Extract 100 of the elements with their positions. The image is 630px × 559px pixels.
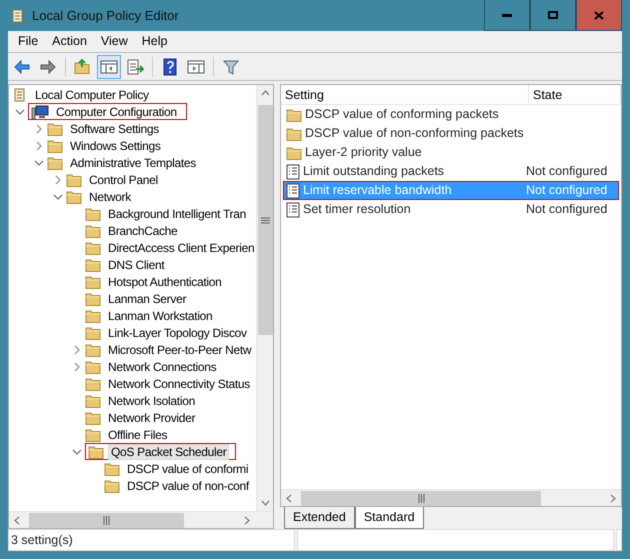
horizontal-scrollbar[interactable] — [281, 489, 621, 506]
folder-icon — [85, 410, 101, 426]
tree-item[interactable]: Lanman Server — [105, 290, 190, 306]
grip-icon — [260, 216, 270, 224]
setting-name: Limit reservable bandwidth — [303, 182, 452, 200]
tree-item[interactable]: DSCP value of conformi — [124, 460, 252, 476]
tab[interactable]: Standard — [354, 507, 424, 529]
tree-item[interactable]: Link-Layer Topology Discov — [105, 324, 250, 340]
close-icon — [594, 10, 604, 20]
folder-icon — [66, 188, 82, 204]
tree-item[interactable]: DirectAccess Client Experien — [105, 240, 256, 256]
tree-item[interactable]: Windows Settings — [67, 138, 164, 154]
setting-row[interactable]: Limit outstanding packets Not configured — [283, 162, 619, 181]
tree-item[interactable]: DNS Client — [105, 256, 168, 272]
folder-icon — [85, 358, 101, 374]
setting-row[interactable]: Layer-2 priority value — [283, 143, 619, 162]
tree-item[interactable]: Network — [86, 188, 134, 204]
state-text: Not configured — [526, 163, 608, 180]
setting-name: Layer-2 priority value — [305, 144, 422, 162]
status-pane — [616, 529, 622, 551]
document-icon — [286, 164, 300, 180]
tab[interactable]: Extended — [284, 507, 355, 529]
folder-icon — [47, 120, 63, 136]
close-button[interactable] — [576, 0, 622, 31]
collapse-chevron-icon[interactable] — [72, 446, 82, 456]
menu-item[interactable]: Action — [45, 32, 94, 51]
vertical-scrollbar[interactable] — [256, 85, 273, 511]
tree-item[interactable]: Network Isolation — [105, 392, 198, 408]
expand-chevron-icon[interactable] — [34, 140, 44, 150]
folder-icon — [66, 172, 82, 188]
tree-item[interactable]: Hotspot Authentication — [105, 274, 224, 290]
document-icon — [286, 182, 300, 198]
filter-icon — [222, 58, 240, 76]
tree-item[interactable]: Local Computer Policy — [32, 86, 152, 102]
grip-icon — [103, 516, 110, 524]
maximize-icon — [548, 11, 558, 19]
expand-chevron-icon[interactable] — [34, 124, 44, 134]
help-icon — [161, 58, 179, 76]
tree-item[interactable]: Software Settings — [67, 120, 162, 136]
minimize-icon — [502, 14, 512, 16]
folder-icon — [47, 154, 63, 170]
tree-item[interactable]: Administrative Templates — [67, 154, 199, 170]
tree-item[interactable]: Offline Files — [105, 426, 170, 442]
column-header[interactable]: State — [529, 85, 621, 104]
collapse-chevron-icon[interactable] — [15, 106, 25, 116]
tree-item[interactable]: Background Intelligent Tran — [105, 206, 249, 222]
folder-icon — [74, 58, 92, 76]
back-arrow-icon — [13, 58, 31, 76]
tree-item[interactable]: Network Connectivity Status — [105, 376, 253, 392]
tree-item[interactable]: Lanman Workstation — [105, 308, 216, 324]
tree-item[interactable]: BranchCache — [105, 222, 180, 238]
setting-row[interactable]: DSCP value of non-conforming packets — [283, 124, 619, 143]
pane-icon — [100, 58, 118, 76]
setting-name: DSCP value of conforming packets — [305, 106, 499, 124]
expand-chevron-icon[interactable] — [72, 344, 82, 354]
horizontal-scrollbar[interactable] — [9, 511, 273, 528]
setting-row[interactable]: Set timer resolution Not configured — [283, 200, 619, 219]
tree-item[interactable]: Microsoft Peer-to-Peer Netw — [105, 342, 254, 358]
menu-item[interactable]: View — [94, 32, 135, 51]
tree-item[interactable]: Network Provider — [105, 410, 198, 426]
folder-icon — [85, 274, 101, 290]
folder-icon — [85, 376, 101, 392]
folder-icon — [85, 308, 101, 324]
status-text: 3 setting(s) — [8, 529, 295, 551]
collapse-chevron-icon[interactable] — [53, 192, 63, 202]
expand-chevron-icon[interactable] — [53, 174, 63, 184]
menu-item[interactable]: File — [11, 32, 46, 51]
folder-icon — [286, 106, 302, 122]
forward-arrow-icon — [39, 58, 57, 76]
folder-icon — [104, 478, 120, 494]
window-title: Local Group Policy Editor — [32, 6, 179, 25]
state-text: Not configured — [526, 182, 608, 200]
folder-icon — [286, 126, 302, 142]
document-icon — [286, 202, 300, 218]
pane-icon — [187, 58, 205, 76]
tree-item[interactable]: Control Panel — [86, 172, 161, 188]
folder-icon — [85, 324, 101, 340]
tree-item[interactable]: Computer Configuration — [53, 104, 180, 120]
minimize-button[interactable] — [484, 0, 530, 31]
folder-icon — [85, 222, 101, 238]
maximize-button[interactable] — [530, 0, 576, 31]
setting-name: Set timer resolution — [303, 201, 411, 218]
toolbar-button[interactable] — [97, 54, 121, 78]
tree-item[interactable]: Network Connections — [105, 358, 220, 374]
collapse-chevron-icon[interactable] — [34, 158, 44, 168]
state-text: Not configured — [526, 201, 608, 218]
tree-item[interactable]: QoS Packet Scheduler — [108, 444, 230, 460]
folder-icon — [85, 240, 101, 256]
folder-icon — [85, 426, 101, 442]
folder-icon — [85, 392, 101, 408]
computer-icon — [31, 104, 49, 120]
expand-chevron-icon[interactable] — [72, 362, 82, 372]
column-header[interactable]: Setting — [281, 85, 529, 104]
setting-name: Limit outstanding packets — [303, 163, 444, 180]
folder-icon — [85, 256, 101, 272]
menu-item[interactable]: Help — [134, 32, 174, 51]
tree-item[interactable]: DSCP value of non-conf — [124, 478, 252, 494]
setting-row[interactable]: DSCP value of conforming packets — [283, 105, 619, 124]
folder-icon — [85, 206, 101, 222]
folder-icon — [85, 290, 101, 306]
